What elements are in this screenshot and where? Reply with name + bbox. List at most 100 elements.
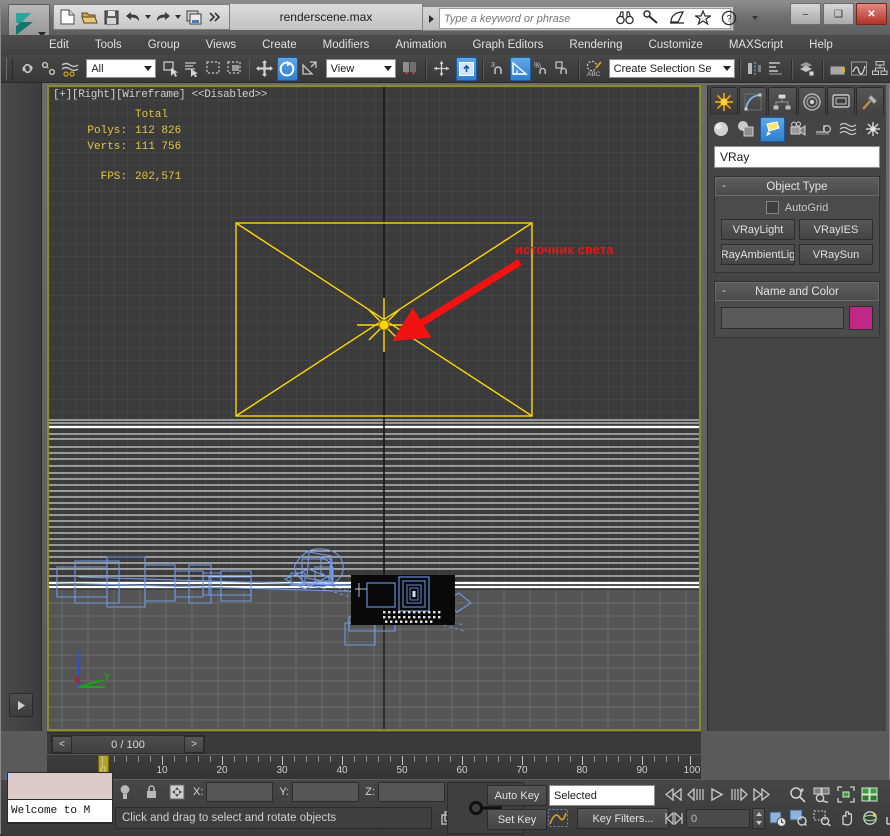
binoculars-icon[interactable] — [613, 6, 637, 29]
zoom-region-icon[interactable] — [811, 807, 833, 828]
star-icon[interactable] — [691, 6, 715, 29]
selection-lock-bulb-icon[interactable] — [115, 782, 135, 802]
y-coord-field[interactable]: Y: — [279, 782, 359, 802]
menu-item-animation[interactable]: Animation — [395, 39, 446, 51]
mirror-icon[interactable] — [746, 58, 765, 80]
redo-dropdown-icon[interactable] — [174, 6, 183, 28]
viewport-right-wireframe[interactable]: [+][Right][Wireframe] <<Disabled>> Total… — [49, 87, 699, 729]
motion-tab[interactable] — [798, 87, 826, 115]
menu-item-help[interactable]: Help — [809, 39, 833, 51]
bind-space-warp-icon[interactable] — [60, 58, 79, 80]
track-bar[interactable]: 0 10 20 30 40 50 60 70 80 90 100 — [47, 754, 701, 779]
previous-frame-icon[interactable] — [685, 784, 706, 805]
expand-rail-button[interactable] — [9, 693, 33, 717]
key-mode-combo[interactable]: Selected — [549, 785, 655, 806]
curve-editor-icon[interactable] — [850, 58, 869, 80]
space-warps-icon[interactable] — [837, 118, 860, 141]
menu-item-modifiers[interactable]: Modifiers — [323, 39, 370, 51]
utilities-tab[interactable] — [856, 87, 884, 115]
field-of-view-icon[interactable] — [787, 807, 809, 828]
key-filters-button[interactable]: Key Filters... — [577, 808, 669, 829]
vraysun-button[interactable]: VRaySun — [799, 244, 873, 265]
zoom-extents-all-icon[interactable] — [859, 784, 881, 805]
menu-item-edit[interactable]: Edit — [49, 39, 69, 51]
angle-snap-icon[interactable] — [510, 57, 531, 81]
prev-frame-arrow[interactable]: < — [52, 736, 72, 753]
zoom-extents-icon[interactable] — [835, 784, 857, 805]
redo-icon[interactable] — [152, 6, 174, 28]
vraylight-button[interactable]: VRayLight — [721, 219, 795, 240]
maximize-viewport-icon[interactable] — [883, 807, 890, 828]
key-mode-toggle-icon[interactable] — [663, 808, 684, 829]
object-type-header[interactable]: - Object Type — [715, 177, 879, 196]
reference-coordinate-system-combo[interactable]: View — [326, 59, 396, 78]
open-file-icon[interactable] — [79, 6, 101, 28]
zoom-all-icon[interactable] — [811, 784, 833, 805]
select-by-name-icon[interactable] — [182, 58, 201, 80]
minimize-button[interactable]: – — [790, 3, 821, 25]
maximize-viewport-toggle-icon[interactable] — [456, 57, 477, 81]
menu-item-customize[interactable]: Customize — [648, 39, 702, 51]
rectangular-select-region-icon[interactable] — [204, 58, 223, 80]
maxscript-output-pane[interactable] — [8, 773, 112, 800]
helpers-icon[interactable] — [812, 118, 835, 141]
wrench-icon[interactable] — [639, 6, 663, 29]
menu-item-maxscript[interactable]: MAXScript — [729, 39, 783, 51]
next-frame-icon[interactable] — [729, 784, 750, 805]
hierarchy-tab[interactable] — [768, 87, 796, 115]
menu-item-group[interactable]: Group — [148, 39, 180, 51]
pan-view-icon[interactable] — [835, 807, 857, 828]
maxscript-input-pane[interactable]: Welcome to M — [8, 800, 112, 822]
help-dropdown-icon[interactable] — [743, 6, 767, 29]
current-frame-input[interactable]: 0 — [686, 809, 750, 828]
named-selection-set-combo[interactable]: Create Selection Se — [609, 59, 735, 78]
select-and-manipulate-icon[interactable] — [432, 58, 451, 80]
menu-item-views[interactable]: Views — [206, 39, 236, 51]
lights-icon[interactable] — [760, 117, 785, 142]
orbit-icon[interactable] — [859, 807, 881, 828]
vrayambientlight-button[interactable]: RayAmbientLig — [721, 244, 795, 265]
use-pivot-center-icon[interactable] — [401, 58, 420, 80]
project-folder-icon[interactable] — [183, 6, 205, 28]
help-icon[interactable]: ? — [717, 6, 741, 29]
modify-tab[interactable] — [739, 87, 767, 115]
selection-lock-icon[interactable] — [141, 782, 161, 802]
save-file-icon[interactable] — [100, 6, 122, 28]
frame-spinner[interactable] — [752, 808, 765, 829]
select-and-move-icon[interactable] — [255, 58, 274, 80]
edit-named-selection-icon[interactable]: ABC — [585, 58, 604, 80]
x-input[interactable] — [206, 782, 273, 802]
next-frame-arrow[interactable]: > — [184, 736, 204, 753]
maximize-button[interactable]: ❑ — [823, 3, 854, 25]
select-object-icon[interactable] — [161, 58, 180, 80]
z-input[interactable] — [378, 782, 445, 802]
undo-dropdown-icon[interactable] — [143, 6, 152, 28]
systems-icon[interactable] — [862, 118, 885, 141]
goto-end-icon[interactable] — [751, 784, 772, 805]
window-crossing-icon[interactable] — [225, 58, 244, 80]
collapse-icon[interactable]: - — [722, 180, 726, 192]
close-button[interactable]: ✕ — [856, 3, 887, 25]
display-tab[interactable] — [827, 87, 855, 115]
align-icon[interactable] — [767, 58, 786, 80]
time-configuration-icon[interactable] — [767, 808, 788, 829]
select-link-icon[interactable] — [18, 58, 37, 80]
toolbox-icon[interactable] — [829, 58, 848, 80]
snap-toggle-icon[interactable]: 3 — [489, 58, 508, 80]
menu-item-graph-editors[interactable]: Graph Editors — [472, 39, 543, 51]
y-input[interactable] — [292, 782, 359, 802]
new-scene-icon[interactable] — [57, 6, 79, 28]
viewport-label[interactable]: [+][Right][Wireframe] <<Disabled>> — [53, 89, 267, 101]
autogrid-checkbox[interactable] — [766, 201, 779, 214]
select-and-rotate-icon[interactable] — [277, 57, 298, 81]
light-subcategory-combo[interactable]: VRay — [714, 146, 880, 168]
play-animation-icon[interactable] — [707, 784, 728, 805]
collapse-icon[interactable]: - — [722, 285, 726, 297]
vrayies-button[interactable]: VRayIES — [799, 219, 873, 240]
time-slider-handle[interactable]: < 0 / 100 > — [51, 735, 205, 754]
toolbar-grip[interactable] — [6, 58, 13, 80]
cameras-icon[interactable] — [787, 118, 810, 141]
create-tab[interactable] — [710, 87, 738, 115]
search-expand-icon[interactable] — [423, 15, 439, 23]
maxscript-mini-listener[interactable]: Welcome to M — [7, 772, 113, 824]
